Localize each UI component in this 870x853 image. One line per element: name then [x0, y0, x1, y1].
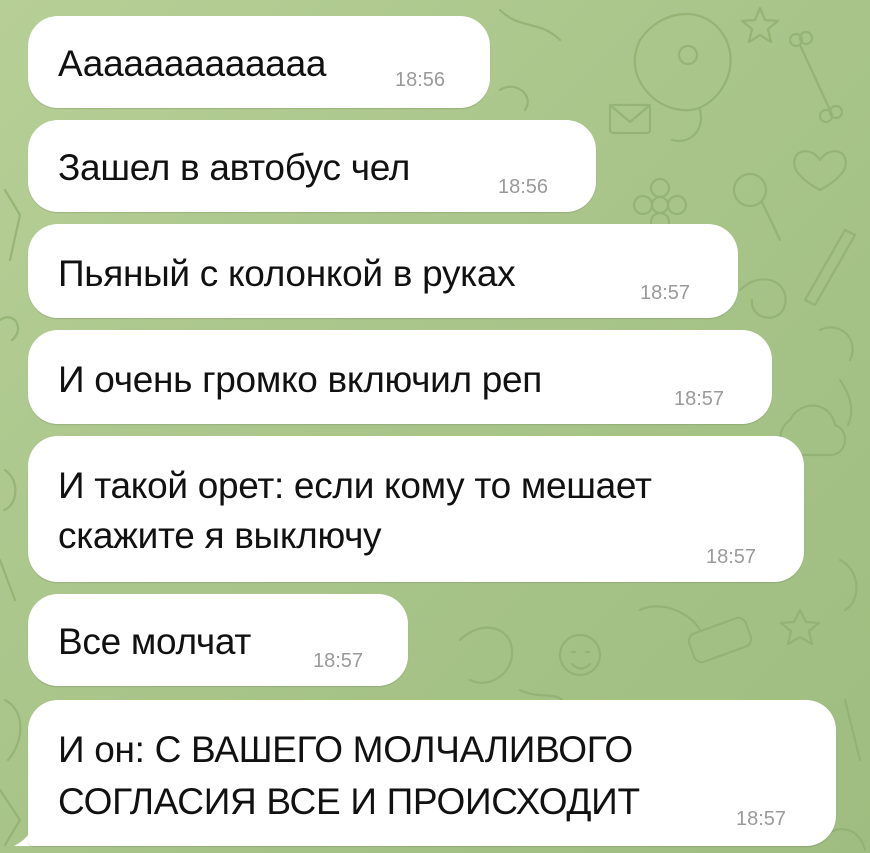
message-timestamp: 18:57	[706, 546, 757, 568]
message-timestamp: 18:56	[395, 69, 446, 91]
message-text-line-2: СОГЛАСИЯ ВСЕ И ПРОИСХОДИТ	[58, 781, 640, 822]
message-text-line-1: И такой орет: если кому то мешает	[58, 465, 652, 506]
message-text: Зашел в автобус чел	[58, 147, 411, 188]
message-timestamp: 18:57	[640, 282, 691, 304]
message-text-line-2: скажите я выключу	[58, 515, 382, 556]
message-text: Пьяный с колонкой в руках	[58, 253, 516, 294]
message-text: Ааааааааааааа	[58, 43, 327, 84]
message-bubble-1[interactable]: Ааааааааааааа 18:56	[28, 16, 490, 108]
message-timestamp: 18:57	[736, 808, 787, 830]
message-bubble-3[interactable]: Пьяный с колонкой в руках 18:57	[28, 224, 738, 318]
message-timestamp: 18:57	[313, 650, 364, 672]
message-timestamp: 18:56	[498, 176, 549, 198]
message-bubble-5[interactable]: И такой орет: если кому то мешает скажит…	[28, 436, 804, 582]
message-timestamp: 18:57	[674, 388, 725, 410]
message-bubble-6[interactable]: Все молчат 18:57	[28, 594, 408, 686]
message-bubble-7[interactable]: И он: С ВАШЕГО МОЛЧАЛИВОГО СОГЛАСИЯ ВСЕ …	[28, 700, 836, 846]
message-text: И очень громко включил реп	[58, 359, 543, 400]
message-text: Все молчат	[58, 621, 252, 662]
message-bubble-2[interactable]: Зашел в автобус чел 18:56	[28, 120, 596, 212]
message-bubble-4[interactable]: И очень громко включил реп 18:57	[28, 330, 772, 424]
message-text-line-1: И он: С ВАШЕГО МОЛЧАЛИВОГО	[58, 729, 633, 770]
